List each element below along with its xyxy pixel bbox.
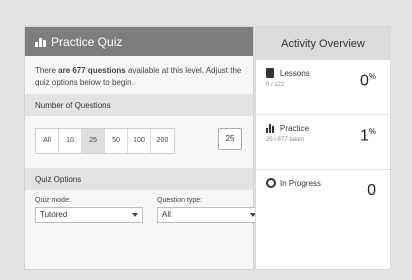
count-option-10[interactable]: 10 xyxy=(59,129,82,153)
circle-icon xyxy=(266,178,276,188)
lessons-value-wrap: 0% xyxy=(360,72,376,90)
practice-unit: % xyxy=(368,127,376,136)
count-option-100[interactable]: 100 xyxy=(128,129,151,153)
lessons-value: 0 xyxy=(359,72,369,90)
quiz-mode-field: Quiz mode: Tutored xyxy=(35,197,143,223)
in-progress-label: In Progress xyxy=(280,178,321,188)
question-count-row: All 10 25 50 100 200 25 xyxy=(25,116,253,168)
count-option-200[interactable]: 200 xyxy=(151,129,174,153)
count-option-25[interactable]: 25 xyxy=(82,129,105,153)
practice-quiz-panel: Practice Quiz There are 677 questions av… xyxy=(24,26,261,270)
bar-chart-icon xyxy=(266,123,276,133)
quiz-mode-select[interactable]: Tutored xyxy=(35,207,143,223)
quiz-options-heading: Quiz Options xyxy=(25,168,253,190)
in-progress-value: 0 xyxy=(367,182,376,199)
practice-value: 1 xyxy=(359,127,369,145)
question-count-selector: All 10 25 50 100 200 xyxy=(35,128,175,154)
chevron-down-icon xyxy=(132,213,138,217)
quiz-options-form: Quiz mode: Tutored Question type: All xyxy=(25,190,261,223)
question-type-select[interactable]: All xyxy=(157,207,261,223)
quiz-mode-value: Tutored xyxy=(40,210,68,219)
custom-count-input[interactable]: 25 xyxy=(218,128,242,150)
lessons-unit: % xyxy=(368,72,376,81)
practice-label: Practice xyxy=(280,123,309,133)
quiz-mode-label: Quiz mode: xyxy=(35,197,71,204)
practice-stat[interactable]: Practice 25 / 677 taken 1% xyxy=(256,115,390,170)
practice-quiz-header: Practice Quiz xyxy=(25,27,253,56)
count-option-all[interactable]: All xyxy=(36,129,59,153)
quiz-intro-text: There are 677 questions available at thi… xyxy=(25,56,253,94)
activity-overview-panel: Activity Overview Lessons 0 / 122 0% Pra… xyxy=(255,26,391,270)
activity-overview-title: Activity Overview xyxy=(256,27,390,60)
intro-prefix: There xyxy=(35,66,59,75)
intro-question-count: are 677 questions xyxy=(58,66,126,75)
practice-value-wrap: 1% xyxy=(360,127,376,145)
number-of-questions-heading: Number of Questions xyxy=(25,94,253,116)
practice-quiz-title: Practice Quiz xyxy=(51,34,123,49)
lessons-stat[interactable]: Lessons 0 / 122 0% xyxy=(256,60,390,115)
question-type-field: Question type: All xyxy=(157,197,261,223)
lessons-label: Lessons xyxy=(280,68,310,78)
question-type-value: All xyxy=(162,210,171,219)
in-progress-stat[interactable]: In Progress 0 xyxy=(256,170,390,225)
book-icon xyxy=(266,68,276,78)
bar-chart-icon xyxy=(35,36,46,47)
count-option-50[interactable]: 50 xyxy=(105,129,128,153)
question-type-label: Question type: xyxy=(157,197,203,204)
